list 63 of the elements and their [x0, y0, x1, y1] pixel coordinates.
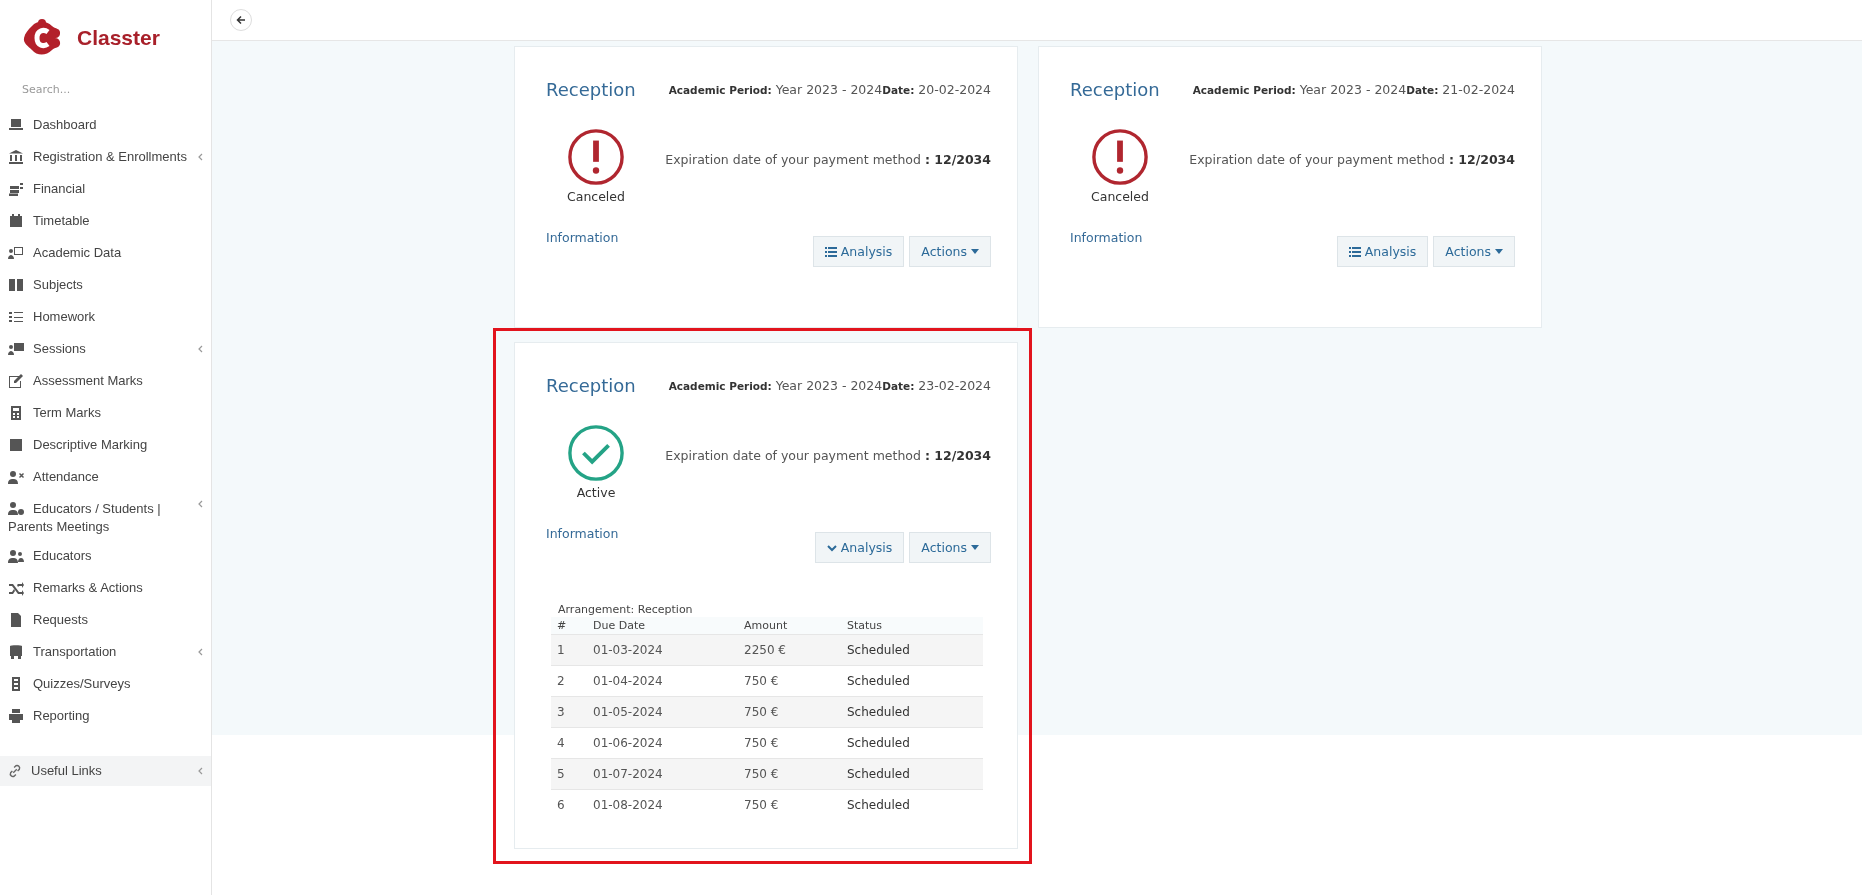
status-label: Canceled — [1091, 189, 1149, 204]
table-cell: 750 € — [738, 758, 841, 790]
table-cell: 01-05-2024 — [587, 696, 738, 728]
expiration-text: Expiration date of your payment method : 12/2034 — [665, 447, 991, 463]
table-cell: 2250 € — [738, 634, 841, 666]
sidebar-item[interactable]: Financial — [0, 173, 211, 205]
analysis-button[interactable]: Analysis — [814, 532, 905, 563]
sidebar-item[interactable]: Educators / Students | Parents Meetings — [0, 493, 211, 541]
table-cell: 01-08-2024 — [587, 789, 738, 820]
table-cell: Scheduled — [841, 789, 983, 820]
table-cell: Scheduled — [841, 758, 983, 790]
table-cell: 5 — [551, 758, 587, 790]
card-title: Reception — [1070, 79, 1160, 100]
sidebar-item[interactable]: Educators — [0, 540, 211, 573]
sidebar-item[interactable]: Sessions — [0, 333, 211, 365]
status-label: Active — [576, 485, 616, 500]
card-meta: Academic Period: Year 2023 - 2024Date: 23-02-2024 — [668, 378, 991, 393]
table-cell: 01-03-2024 — [587, 634, 738, 666]
table-cell: Scheduled — [841, 696, 983, 728]
expiration-text: Expiration date of your payment method : 12/2034 — [1189, 151, 1515, 167]
analysis-button[interactable]: Analysis — [1336, 236, 1429, 267]
sidebar-item[interactable]: Reporting — [0, 700, 211, 733]
card-title: Reception — [546, 375, 636, 396]
table-cell: 750 € — [738, 696, 841, 728]
sidebar-item[interactable]: Attendance — [0, 461, 211, 493]
information-link[interactable]: Information — [1070, 230, 1143, 245]
sidebar-item[interactable]: Dashboard — [0, 109, 211, 141]
card-meta: Academic Period: Year 2023 - 2024Date: 20-02-2024 — [668, 82, 991, 97]
table-cell: 3 — [551, 696, 587, 728]
table-cell: 750 € — [738, 789, 841, 820]
sidebar-item[interactable]: Homework — [0, 301, 211, 333]
column-header: Due Date — [587, 617, 738, 635]
sidebar-item[interactable]: Registration & Enrollments — [0, 141, 211, 173]
sidebar-item[interactable]: Academic Data — [0, 237, 211, 269]
sidebar-item[interactable]: Transportation — [0, 636, 211, 669]
status-label: Canceled — [567, 189, 625, 204]
sidebar-item[interactable]: Timetable — [0, 205, 211, 237]
sidebar-item[interactable]: Quizzes/Surveys — [0, 668, 211, 701]
sidebar-item[interactable]: Descriptive Marking — [0, 429, 211, 461]
card-meta: Academic Period: Year 2023 - 2024Date: 21-02-2024 — [1192, 82, 1515, 97]
table-caption: Arrangement: Reception — [557, 603, 694, 616]
sidebar-item[interactable]: Subjects — [0, 269, 211, 301]
table-cell: 01-07-2024 — [587, 758, 738, 790]
sidebar-item[interactable]: Useful Links — [0, 756, 211, 787]
logo-text: Classter — [77, 26, 160, 50]
table-cell: 6 — [551, 789, 587, 820]
sidebar-item[interactable]: Assessment Marks — [0, 365, 211, 397]
information-link[interactable]: Information — [546, 526, 619, 541]
column-header: Status — [841, 617, 983, 635]
sidebar-item[interactable]: Requests — [0, 604, 211, 637]
table-cell: Scheduled — [841, 634, 983, 666]
sidebar-item[interactable]: Term Marks — [0, 397, 211, 429]
information-link[interactable]: Information — [546, 230, 619, 245]
actions-button[interactable]: Actions — [909, 236, 991, 267]
column-header: Amount — [738, 617, 841, 635]
actions-button[interactable]: Actions — [1433, 236, 1515, 267]
analysis-button[interactable]: Analysis — [812, 236, 905, 267]
column-header: # — [551, 617, 587, 635]
card-title: Reception — [546, 79, 636, 100]
table-cell: 1 — [551, 634, 587, 666]
sidebar-item[interactable]: Remarks & Actions — [0, 572, 211, 605]
actions-button[interactable]: Actions — [909, 532, 991, 563]
expiration-text: Expiration date of your payment method : 12/2034 — [665, 151, 991, 167]
